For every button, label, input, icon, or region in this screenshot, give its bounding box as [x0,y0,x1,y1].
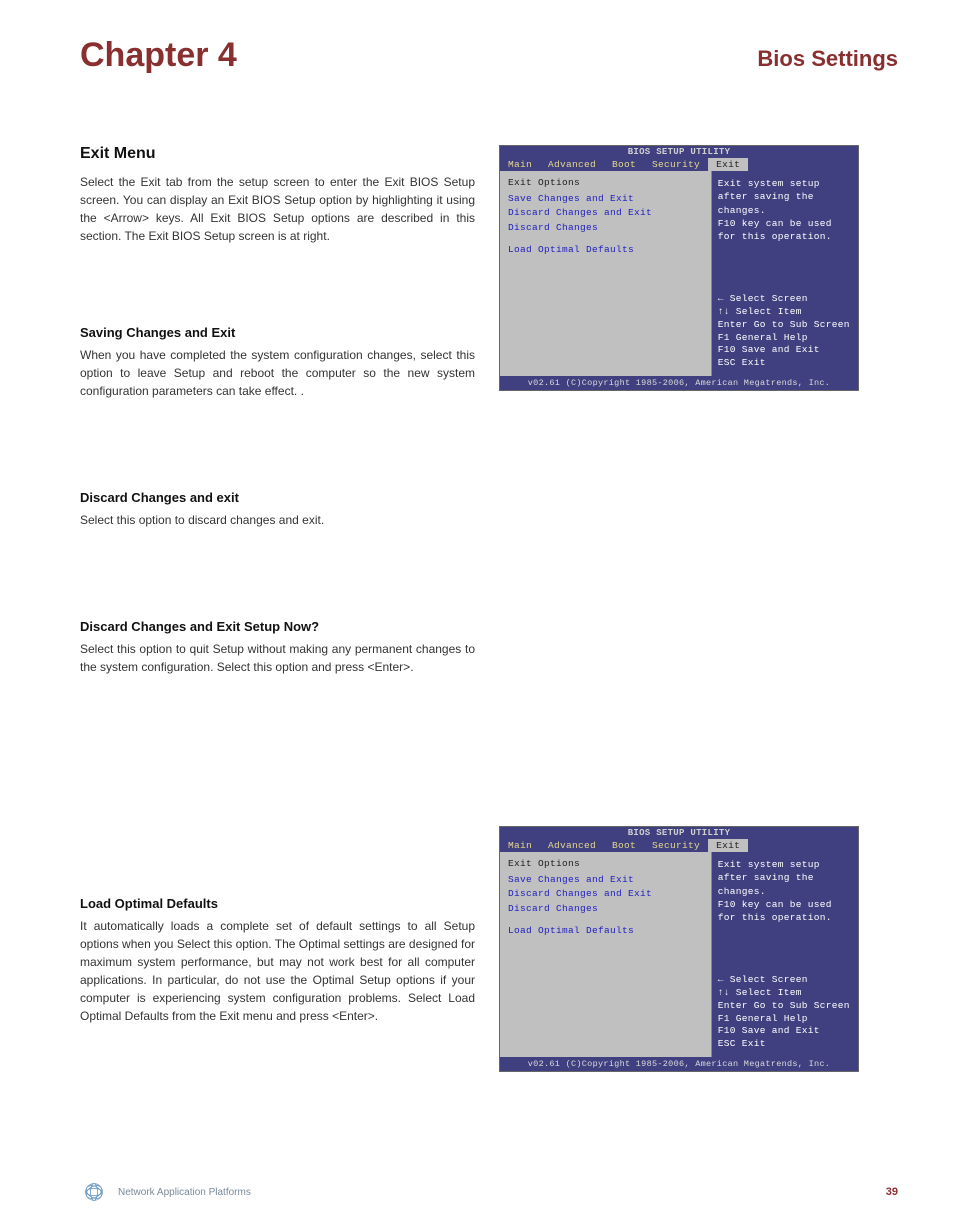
bios-tab-exit: Exit [708,158,748,171]
bios-opt: Save Changes and Exit [508,192,703,206]
bios-right-pane: Exit system setup after saving the chang… [712,852,858,1057]
chapter-title: Chapter 4 [80,36,237,75]
bios-tab-advanced: Advanced [540,839,604,852]
bios-help-bot: ← Select Screen ↑↓ Select Item Enter Go … [718,974,852,1051]
bios-opt: Discard Changes and Exit [508,206,703,220]
right-column: BIOS SETUP UTILITY Main Advanced Boot Se… [499,145,898,1112]
bios-tab-boot: Boot [604,158,644,171]
page-number: 39 [886,1186,898,1198]
bios-screenshot-bottom: BIOS SETUP UTILITY Main Advanced Boot Se… [499,826,859,1072]
discard-exit-body: Select this option to discard changes an… [80,511,475,529]
bios-help-bot: ← Select Screen ↑↓ Select Item Enter Go … [718,293,852,370]
load-optimal-body: It automatically loads a complete set of… [80,917,475,1025]
bios-tab-advanced: Advanced [540,158,604,171]
exit-menu-body: Select the Exit tab from the setup scree… [80,173,475,245]
bios-title: BIOS SETUP UTILITY [500,827,858,839]
save-exit-heading: Saving Changes and Exit [80,325,475,340]
footer-text: Network Application Platforms [118,1187,251,1198]
bios-opt: Save Changes and Exit [508,873,703,887]
bios-opt: Discard Changes [508,902,703,916]
bios-help-top: Exit system setup after saving the chang… [718,858,852,924]
page-heading: Bios Settings [757,46,898,72]
bios-opt: Discard Changes and Exit [508,887,703,901]
bios-help-top: Exit system setup after saving the chang… [718,177,852,243]
bios-screenshot-top: BIOS SETUP UTILITY Main Advanced Boot Se… [499,145,859,391]
exit-menu-heading: Exit Menu [80,145,475,163]
bios-left-pane: Exit Options Save Changes and Exit Disca… [500,852,712,1057]
bios-opt: Discard Changes [508,221,703,235]
bios-footer: v02.61 (C)Copyright 1985-2006, American … [500,1057,858,1071]
bios-tab-boot: Boot [604,839,644,852]
bios-left-pane: Exit Options Save Changes and Exit Disca… [500,171,712,376]
bios-tab-main: Main [500,839,540,852]
bios-opt-header: Exit Options [508,858,703,869]
bios-tab-security: Security [644,158,708,171]
bios-opt-header: Exit Options [508,177,703,188]
bios-tab-security: Security [644,839,708,852]
save-exit-body: When you have completed the system confi… [80,346,475,400]
logo-icon [80,1178,108,1206]
bios-tab-main: Main [500,158,540,171]
discard-now-body: Select this option to quit Setup without… [80,640,475,676]
discard-exit-heading: Discard Changes and exit [80,490,475,505]
bios-tabs: Main Advanced Boot Security Exit [500,158,858,171]
left-column: Exit Menu Select the Exit tab from the s… [80,145,475,1112]
bios-opt: Load Optimal Defaults [508,243,703,257]
bios-opt: Load Optimal Defaults [508,924,703,938]
bios-footer: v02.61 (C)Copyright 1985-2006, American … [500,376,858,390]
bios-right-pane: Exit system setup after saving the chang… [712,171,858,376]
bios-tabs: Main Advanced Boot Security Exit [500,839,858,852]
bios-tab-exit: Exit [708,839,748,852]
bios-title: BIOS SETUP UTILITY [500,146,858,158]
discard-now-heading: Discard Changes and Exit Setup Now? [80,619,475,634]
load-optimal-heading: Load Optimal Defaults [80,896,475,911]
page-footer: Network Application Platforms 39 [80,1178,898,1206]
